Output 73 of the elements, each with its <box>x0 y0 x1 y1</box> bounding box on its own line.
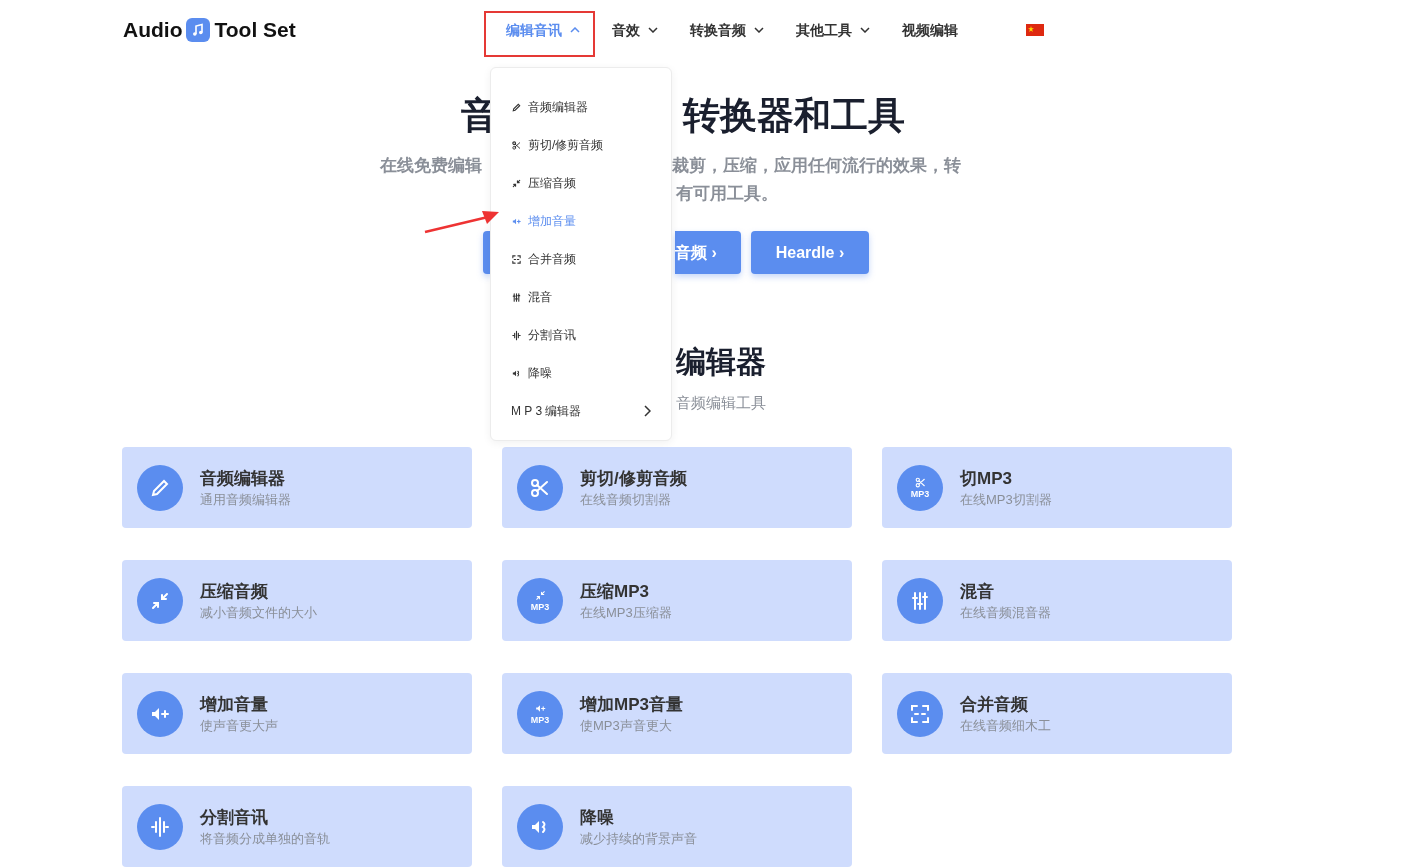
card-description: 在线MP3压缩器 <box>580 603 672 622</box>
card-title: 压缩MP3 <box>580 580 650 603</box>
card-title: 增加音量 <box>200 693 269 716</box>
card-description: 减小音频文件的大小 <box>200 603 317 622</box>
card-title: 混音 <box>960 580 995 603</box>
tool-card[interactable]: 增加音量 使声音更大声 <box>122 673 472 754</box>
card-description: 通用音频编辑器 <box>200 490 291 509</box>
hero-description: 有可用工具。 <box>676 183 779 205</box>
menu-item[interactable]: 降噪 <box>491 354 671 392</box>
card-description: 将音频分成单独的音轨 <box>200 829 330 848</box>
china-flag-icon[interactable] <box>1026 24 1044 36</box>
tool-card[interactable]: 降噪 减少持续的背景声音 <box>502 786 852 867</box>
card-description: 使声音更大声 <box>200 716 278 735</box>
section-heading: 编辑器 <box>676 344 767 380</box>
volume-plus-icon <box>137 690 183 737</box>
card-description: 减少持续的背景声音 <box>580 829 697 848</box>
card-title: 合并音频 <box>960 693 1029 716</box>
tool-card[interactable]: 混音 在线音频混音器 <box>882 560 1232 641</box>
chevron-right-icon <box>643 405 651 417</box>
sliders-icon <box>511 291 522 303</box>
tool-card[interactable]: 剪切/修剪音频 在线音频切割器 <box>502 447 852 528</box>
compress-icon <box>511 177 522 189</box>
tool-card[interactable]: MP3 压缩MP3 在线MP3压缩器 <box>502 560 852 641</box>
menu-item[interactable]: 音频编辑器 <box>491 88 671 126</box>
card-title: 分割音讯 <box>200 806 269 829</box>
card-description: 在线音频混音器 <box>960 603 1051 622</box>
section-subtitle: 音频编辑工具 <box>676 393 767 413</box>
menu-item[interactable]: M P 3 编辑器 <box>491 392 671 430</box>
pencil-icon <box>511 101 522 113</box>
tool-card[interactable]: MP3 增加MP3音量 使MP3声音更大 <box>502 673 852 754</box>
menu-item[interactable]: 剪切/修剪音频 <box>491 126 671 164</box>
card-title: 增加MP3音量 <box>580 693 683 716</box>
music-note-icon <box>186 18 211 42</box>
card-title: 剪切/修剪音频 <box>580 467 687 490</box>
card-description: 在线音频细木工 <box>960 716 1051 735</box>
sliders-icon <box>897 577 943 624</box>
merge-icon <box>897 690 943 737</box>
card-title: 切MP3 <box>960 467 1013 490</box>
volume-plus-icon: MP3 <box>517 690 563 737</box>
scissors-icon <box>517 464 563 511</box>
tool-card[interactable]: 压缩音频 减小音频文件的大小 <box>122 560 472 641</box>
logo-text: Audio <box>123 17 183 44</box>
split-icon <box>137 803 183 850</box>
scissors-icon <box>511 139 522 151</box>
hero-description: 在线免费编辑 <box>380 155 482 177</box>
tool-card[interactable]: 音频编辑器 通用音频编辑器 <box>122 447 472 528</box>
hero-description: 裁剪，压缩，应用任何流行的效果，转 <box>672 155 961 177</box>
card-description: 在线MP3切割器 <box>960 490 1052 509</box>
logo-text: Tool Set <box>214 17 296 44</box>
card-description: 在线音频切割器 <box>580 490 672 509</box>
card-description: 使MP3声音更大 <box>580 716 673 735</box>
nav-link[interactable]: 其他工具 <box>796 19 902 41</box>
card-title: 音频编辑器 <box>200 467 286 490</box>
card-title: 压缩音频 <box>200 580 269 603</box>
nav-link[interactable]: 音效 <box>612 19 690 41</box>
menu-item[interactable]: 分割音讯 <box>491 316 671 354</box>
scissors-icon: MP3 <box>897 464 943 511</box>
menu-item[interactable]: 合并音频 <box>491 240 671 278</box>
tool-card[interactable]: 合并音频 在线音频细木工 <box>882 673 1232 754</box>
pencil-icon <box>137 464 183 511</box>
merge-icon <box>511 253 522 265</box>
card-title: 降噪 <box>580 806 615 829</box>
split-icon <box>511 329 522 341</box>
compress-icon: MP3 <box>517 577 563 624</box>
menu-item[interactable]: 压缩音频 <box>491 164 671 202</box>
tool-card[interactable]: 分割音讯 将音频分成单独的音轨 <box>122 786 472 867</box>
speaker-icon <box>517 803 563 850</box>
nav-link[interactable]: 转换音频 <box>690 19 796 41</box>
nav-link[interactable]: 视频编辑 <box>902 19 992 41</box>
menu-item[interactable]: 混音 <box>491 278 671 316</box>
tool-card[interactable]: MP3 切MP3 在线MP3切割器 <box>882 447 1232 528</box>
compress-icon <box>137 577 183 624</box>
page-heading: 转换器和工具 <box>683 94 905 138</box>
